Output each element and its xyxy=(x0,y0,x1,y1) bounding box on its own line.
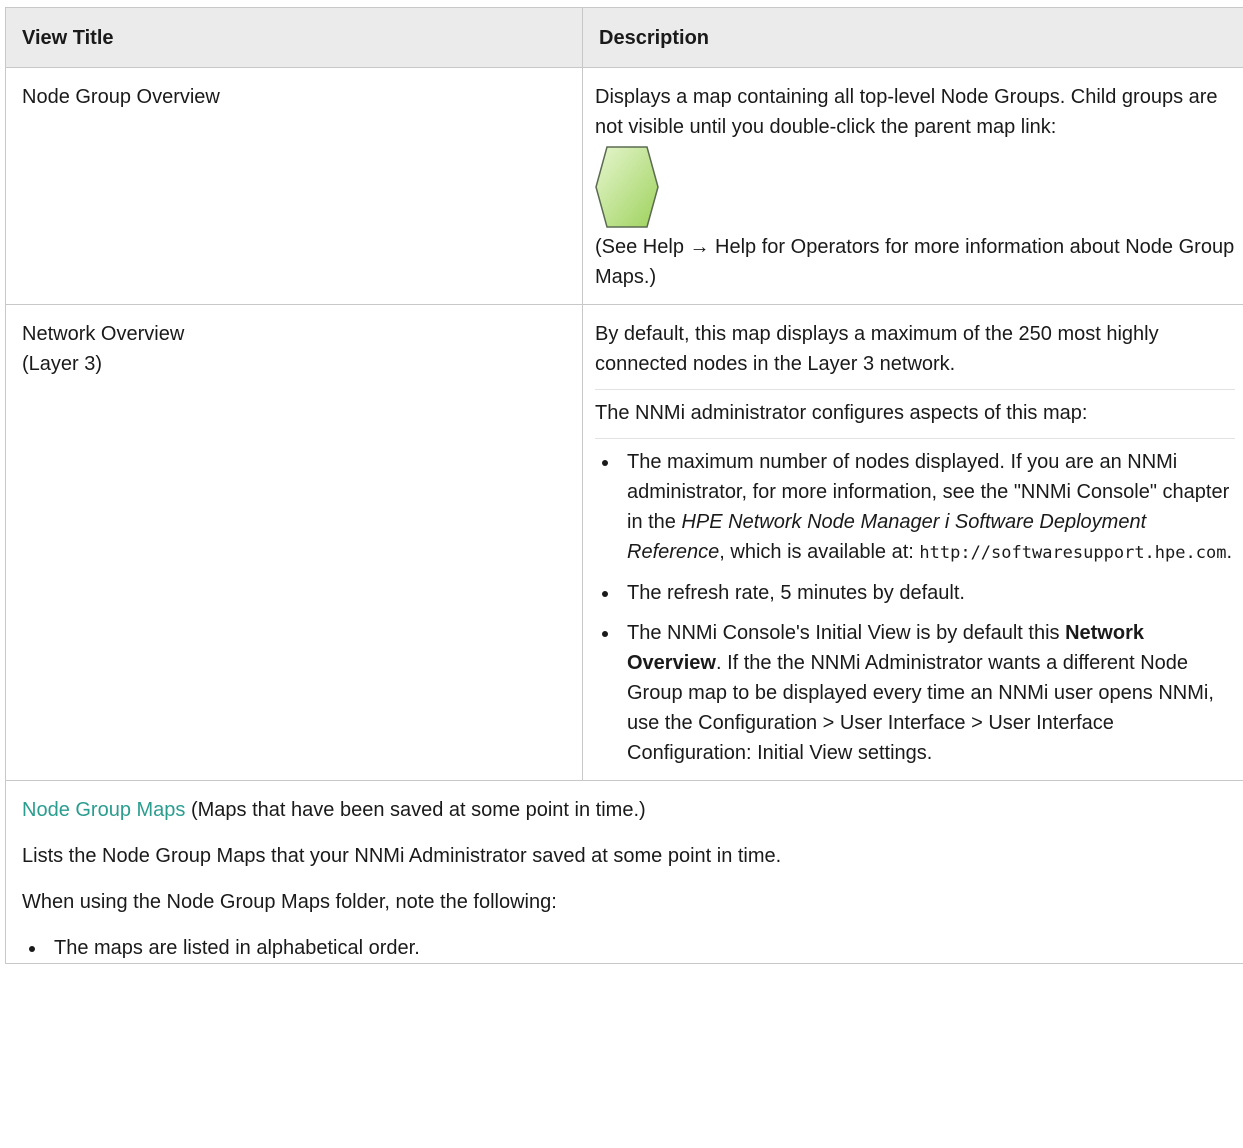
list-item-text: . If the the NNMi Administrator wants a … xyxy=(627,652,1214,764)
table-row: Node Group Maps (Maps that have been sav… xyxy=(5,780,1243,964)
node-group-maps-link[interactable]: Node Group Maps xyxy=(22,799,185,821)
list-item-text: . xyxy=(1226,541,1232,563)
description-text: Lists the Node Group Maps that your NNMi… xyxy=(22,845,782,867)
description-text: When using the Node Group Maps folder, n… xyxy=(22,891,557,913)
list-item: The maps are listed in alphabetical orde… xyxy=(22,933,1235,963)
view-title-cell: Network Overview (Layer 3) xyxy=(5,304,583,781)
view-title: Node Group Overview xyxy=(22,86,220,108)
help-note: (See Help → Help for Operators for more … xyxy=(595,236,1235,288)
link-note: (Maps that have been saved at some point… xyxy=(185,799,646,821)
list-item: The NNMi Console's Initial View is by de… xyxy=(595,618,1235,768)
list-item: The refresh rate, 5 minutes by default. xyxy=(595,578,1235,608)
list-item-text: The NNMi Console's Initial View is by de… xyxy=(627,622,1066,644)
view-title-cell: Node Group Overview xyxy=(5,67,583,305)
table-row: Node Group Overview Displays a map conta… xyxy=(5,67,1243,305)
description-text: By default, this map displays a maximum … xyxy=(595,323,1159,375)
description-cell: By default, this map displays a maximum … xyxy=(582,304,1243,781)
node-group-maps-line: Node Group Maps (Maps that have been sav… xyxy=(22,795,1235,825)
node-group-hexagon-icon xyxy=(595,142,1235,232)
header-view-title: View Title xyxy=(5,7,583,68)
view-title: Network Overview xyxy=(22,323,185,345)
header-description: Description xyxy=(582,7,1243,68)
bullet-list: The maps are listed in alphabetical orde… xyxy=(22,933,1235,963)
list-item-text: , which is available at: xyxy=(719,541,920,563)
url-text: http://softwaresupport.hpe.com xyxy=(919,543,1227,563)
view-description-table: View Title Description Node Group Overvi… xyxy=(5,7,1243,964)
description-paragraph: The NNMi administrator configures aspect… xyxy=(595,389,1235,428)
description-text: The NNMi administrator configures aspect… xyxy=(595,402,1088,424)
description-cell: Displays a map containing all top-level … xyxy=(582,67,1243,305)
table-header-row: View Title Description xyxy=(5,7,1243,68)
bullet-list: The maximum number of nodes displayed. I… xyxy=(595,447,1235,768)
bullet-list-container: The maximum number of nodes displayed. I… xyxy=(595,438,1235,768)
list-item: The maximum number of nodes displayed. I… xyxy=(595,447,1235,568)
table-row: Network Overview (Layer 3) By default, t… xyxy=(5,304,1243,781)
list-item-text: The refresh rate, 5 minutes by default. xyxy=(627,582,965,604)
view-title-sub: (Layer 3) xyxy=(22,353,103,375)
full-width-cell: Node Group Maps (Maps that have been sav… xyxy=(5,780,1243,964)
description-text: Displays a map containing all top-level … xyxy=(595,86,1218,138)
